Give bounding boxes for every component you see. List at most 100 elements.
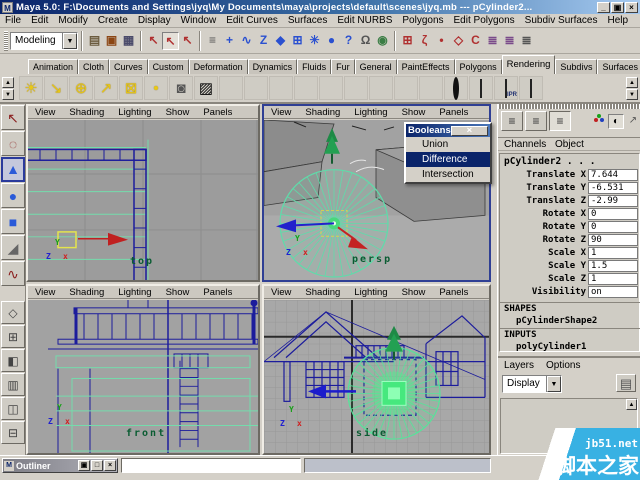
area-light-icon[interactable]: ↗ — [94, 76, 118, 100]
shelf-tab-fur[interactable]: Fur — [331, 59, 355, 74]
vp-menu-show[interactable]: Show — [395, 107, 433, 118]
channel-colors-icon[interactable] — [594, 118, 598, 122]
menu-modify[interactable]: Modify — [53, 15, 92, 26]
ramp-shader-icon[interactable] — [369, 76, 393, 100]
shelf-tab-animation[interactable]: Animation — [28, 59, 79, 74]
lambert-material-icon[interactable] — [269, 76, 293, 100]
new-layer-icon[interactable]: ▤ — [616, 374, 636, 392]
menu-file[interactable]: File — [0, 15, 26, 26]
snap-to-points-icon[interactable]: • — [433, 32, 450, 50]
layer-type-selector[interactable]: Display ▼ — [502, 375, 562, 393]
vp-menu-view[interactable]: View — [28, 287, 62, 298]
rotate-tool-icon[interactable]: ● — [1, 183, 25, 208]
selected-object-name[interactable]: pCylinder2 . . . — [504, 156, 596, 167]
command-line-input[interactable] — [121, 458, 301, 473]
vp-menu-show[interactable]: Show — [159, 107, 197, 118]
menu-set-selector[interactable]: Modeling ▼ — [10, 31, 78, 50]
pickmask-expand-icon[interactable]: ≡ — [204, 32, 221, 50]
minimize-button[interactable]: _ — [597, 1, 610, 13]
construction-history-icon[interactable]: ≣ — [518, 32, 535, 50]
title-bar[interactable]: M Maya 5.0: F:\Documents and Settings\jy… — [0, 0, 640, 14]
vp-menu-panels[interactable]: Panels — [432, 287, 475, 298]
panel-grip[interactable] — [498, 104, 640, 109]
viewport-side[interactable]: View Shading Lighting Show Panels Y Z x … — [262, 284, 491, 455]
paint-canvas-icon[interactable]: ▨ — [194, 76, 218, 100]
vp-menu-lighting[interactable]: Lighting — [347, 287, 394, 298]
chevron-down-icon[interactable]: ▼ — [63, 32, 77, 49]
menu-edit-curves[interactable]: Edit Curves — [221, 15, 283, 26]
layout-multi-pane-button[interactable]: ⊟ — [1, 421, 25, 444]
shelf-tab-rendering[interactable]: Rendering — [501, 55, 556, 74]
save-scene-icon[interactable]: ▦ — [120, 32, 137, 50]
menu-item-union[interactable]: Union — [406, 137, 490, 152]
scale-tool-icon[interactable]: ■ — [1, 209, 25, 234]
output-connections-icon[interactable]: ≣ — [501, 32, 518, 50]
select-component-icon[interactable]: ↖ — [179, 32, 196, 50]
menu-polygons[interactable]: Polygons — [397, 15, 448, 26]
close-button[interactable]: × — [625, 1, 638, 13]
phong-material-icon[interactable] — [294, 76, 318, 100]
make-live-icon[interactable]: C — [467, 32, 484, 50]
menu-create[interactable]: Create — [93, 15, 133, 26]
phonge-material-icon[interactable] — [319, 76, 343, 100]
shelf-tab-fluids[interactable]: Fluids — [297, 59, 332, 74]
ipr-render-icon[interactable]: IPR — [494, 76, 518, 100]
curve-edit-tool-icon[interactable]: ∿ — [1, 261, 25, 286]
highlight-selection-icon[interactable]: ◉ — [374, 32, 391, 50]
shading-map-icon[interactable] — [444, 76, 468, 100]
shelf-tab-polygons[interactable]: Polygons — [454, 59, 502, 74]
vp-menu-view[interactable]: View — [28, 107, 62, 118]
shelf-tab-cloth[interactable]: Cloth — [78, 59, 110, 74]
outliner-minimized-window[interactable]: M Outliner ▣ □ × — [2, 458, 118, 473]
shelf-tab-deformation[interactable]: Deformation — [188, 59, 248, 74]
pickmask-rendering-icon[interactable]: ● — [323, 32, 340, 50]
shelf-next-icon[interactable]: ▼ — [2, 88, 14, 100]
vp-menu-shading[interactable]: Shading — [298, 107, 347, 118]
maximize-icon[interactable]: □ — [91, 460, 103, 471]
lasso-tool-icon[interactable]: ◌ — [1, 131, 25, 156]
menu-edit[interactable]: Edit — [26, 15, 53, 26]
menu-edit-nurbs[interactable]: Edit NURBS — [332, 15, 397, 26]
object-menu[interactable]: Object — [555, 139, 584, 150]
booleans-menu-titlebar[interactable]: Booleans × — [406, 124, 490, 137]
shelf-tab-subdivs[interactable]: Subdivs — [555, 59, 598, 74]
directional-light-icon[interactable]: ⊕ — [69, 76, 93, 100]
menu-surfaces[interactable]: Surfaces — [283, 15, 332, 26]
channel-value-field[interactable]: -6.531 — [588, 182, 638, 194]
layout-single-pane-button[interactable]: ◇ — [1, 301, 25, 324]
vp-menu-panels[interactable]: Panels — [432, 107, 475, 118]
menu-item-intersection[interactable]: Intersection — [406, 167, 490, 182]
pickmask-surfaces-icon[interactable]: ◆ — [272, 32, 289, 50]
layout-persp-graph-button[interactable]: ▥ — [1, 373, 25, 396]
volume-light-icon[interactable]: ⊠ — [119, 76, 143, 100]
point-light-icon[interactable]: ☀ — [19, 76, 43, 100]
vp-menu-show[interactable]: Show — [395, 287, 433, 298]
shelf-scroll-down-icon[interactable]: ▼ — [626, 88, 638, 100]
scroll-up-icon[interactable]: ▲ — [626, 399, 637, 410]
channel-value-field[interactable]: 1 — [588, 247, 638, 259]
pickmask-dynamics-icon[interactable]: ✳ — [306, 32, 323, 50]
vp-menu-panels[interactable]: Panels — [196, 107, 239, 118]
surface-shader-icon[interactable] — [394, 76, 418, 100]
select-tool-icon[interactable]: ↖ — [1, 105, 25, 130]
channel-value-field[interactable]: 7.644 — [588, 169, 638, 181]
shelf-tab-general[interactable]: General — [354, 59, 397, 74]
layers-menu[interactable]: Layers — [504, 360, 534, 371]
menu-item-difference[interactable]: Difference — [406, 152, 490, 167]
render-globals-icon[interactable] — [519, 76, 543, 100]
menu-window[interactable]: Window — [176, 15, 222, 26]
shelf-tab-dynamics[interactable]: Dynamics — [247, 59, 298, 74]
anisotropic-material-icon[interactable] — [219, 76, 243, 100]
layout-four-pane-button[interactable]: ⊞ — [1, 325, 25, 348]
layout-hypergraph-button[interactable]: ◫ — [1, 397, 25, 420]
restore-button[interactable]: ▣ — [611, 1, 624, 13]
select-object-icon[interactable]: ↖ — [162, 31, 179, 50]
vp-menu-shading[interactable]: Shading — [62, 287, 111, 298]
blinn-material-icon[interactable] — [244, 76, 268, 100]
vp-menu-panels[interactable]: Panels — [196, 287, 239, 298]
pickmask-misc-icon[interactable]: ? — [340, 32, 357, 50]
layered-shader-icon[interactable] — [344, 76, 368, 100]
channels-menu[interactable]: Channels — [504, 139, 546, 150]
chevron-down-icon[interactable]: ▼ — [547, 376, 561, 392]
menu-subdiv-surfaces[interactable]: Subdiv Surfaces — [520, 15, 603, 26]
